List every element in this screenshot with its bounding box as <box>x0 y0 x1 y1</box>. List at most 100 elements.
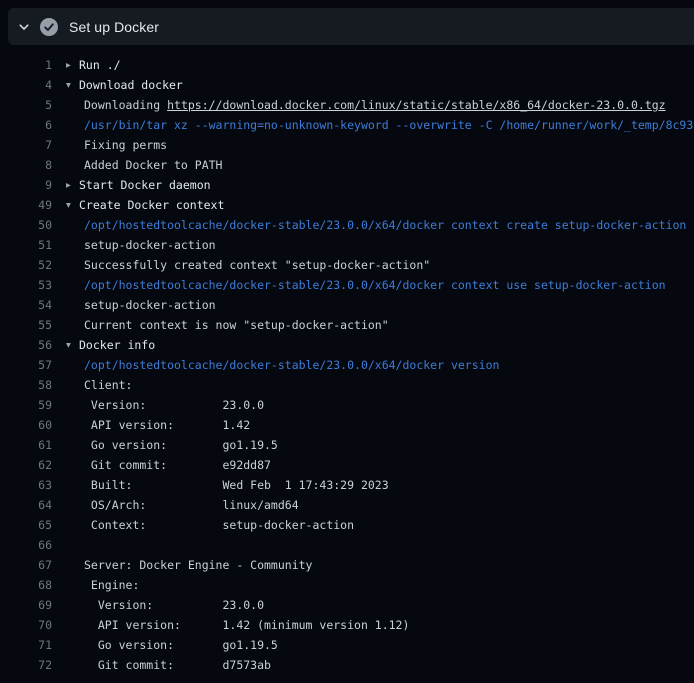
group-title: Start Docker daemon <box>79 178 211 192</box>
log-line: 52Successfully created context "setup-do… <box>0 255 694 275</box>
log-line: 6/usr/bin/tar xz --warning=no-unknown-ke… <box>0 115 694 135</box>
log-line: 61 Go version: go1.19.5 <box>0 435 694 455</box>
log-line: 68 Engine: <box>0 575 694 595</box>
line-number[interactable]: 63 <box>0 475 52 495</box>
log-line: 58Client: <box>0 375 694 395</box>
log-line: 64 OS/Arch: linux/amd64 <box>0 495 694 515</box>
line-number[interactable]: 67 <box>0 555 52 575</box>
log-command: /opt/hostedtoolcache/docker-stable/23.0.… <box>52 215 686 235</box>
log-line: 7Fixing perms <box>0 135 694 155</box>
log-line: 69 Version: 23.0.0 <box>0 595 694 615</box>
line-number[interactable]: 65 <box>0 515 52 535</box>
log-text: Go version: go1.19.5 <box>52 635 278 655</box>
log-text: setup-docker-action <box>52 235 216 255</box>
log-line: 49▼Create Docker context <box>0 195 694 215</box>
line-number[interactable]: 7 <box>0 135 52 155</box>
log-line: 1▶Run ./ <box>0 55 694 75</box>
log-line: 51setup-docker-action <box>0 235 694 255</box>
log-command: /opt/hostedtoolcache/docker-stable/23.0.… <box>52 275 666 295</box>
line-number[interactable]: 66 <box>0 535 52 555</box>
log-text: Git commit: e92dd87 <box>52 455 271 475</box>
check-circle-icon <box>40 18 58 36</box>
line-number[interactable]: 50 <box>0 215 52 235</box>
line-number[interactable]: 6 <box>0 115 52 135</box>
line-number[interactable]: 5 <box>0 95 52 115</box>
step-title: Set up Docker <box>69 19 159 35</box>
group-title: Run ./ <box>79 58 121 72</box>
triangle-down-icon[interactable]: ▼ <box>66 336 79 356</box>
log-line: 70 API version: 1.42 (minimum version 1.… <box>0 615 694 635</box>
log-line: 57/opt/hostedtoolcache/docker-stable/23.… <box>0 355 694 375</box>
line-number[interactable]: 62 <box>0 455 52 475</box>
log-command: /opt/hostedtoolcache/docker-stable/23.0.… <box>52 355 499 375</box>
log-line: 60 API version: 1.42 <box>0 415 694 435</box>
log-line: 9▶Start Docker daemon <box>0 175 694 195</box>
triangle-down-icon[interactable]: ▼ <box>66 76 79 96</box>
line-number[interactable]: 72 <box>0 655 52 675</box>
line-number[interactable]: 58 <box>0 375 52 395</box>
log-text: Downloading https://download.docker.com/… <box>52 95 666 115</box>
log-text: Server: Docker Engine - Community <box>52 555 312 575</box>
log-line: 62 Git commit: e92dd87 <box>0 455 694 475</box>
log-text: API version: 1.42 <box>52 415 250 435</box>
log-group-header[interactable]: ▼Create Docker context <box>52 195 224 215</box>
line-number[interactable]: 71 <box>0 635 52 655</box>
log-text <box>52 535 84 555</box>
line-number[interactable]: 55 <box>0 315 52 335</box>
log-line: 63 Built: Wed Feb 1 17:43:29 2023 <box>0 475 694 495</box>
log-text: Git commit: d7573ab <box>52 655 271 675</box>
line-number[interactable]: 57 <box>0 355 52 375</box>
line-number[interactable]: 53 <box>0 275 52 295</box>
line-number[interactable]: 68 <box>0 575 52 595</box>
line-number[interactable]: 1 <box>0 55 52 75</box>
chevron-down-icon[interactable] <box>18 21 30 33</box>
line-number[interactable]: 54 <box>0 295 52 315</box>
log-text: Current context is now "setup-docker-act… <box>52 315 389 335</box>
log-line: 53/opt/hostedtoolcache/docker-stable/23.… <box>0 275 694 295</box>
log-line: 50/opt/hostedtoolcache/docker-stable/23.… <box>0 215 694 235</box>
log-line: 56▼Docker info <box>0 335 694 355</box>
log-line: 72 Git commit: d7573ab <box>0 655 694 675</box>
log-text: Version: 23.0.0 <box>52 395 264 415</box>
log-text-prefix: Downloading <box>84 98 167 112</box>
log-line: 5Downloading https://download.docker.com… <box>0 95 694 115</box>
line-number[interactable]: 64 <box>0 495 52 515</box>
triangle-right-icon[interactable]: ▶ <box>66 56 79 76</box>
triangle-down-icon[interactable]: ▼ <box>66 196 79 216</box>
line-number[interactable]: 59 <box>0 395 52 415</box>
log-text: Successfully created context "setup-dock… <box>52 255 430 275</box>
log-line: 54setup-docker-action <box>0 295 694 315</box>
line-number[interactable]: 4 <box>0 75 52 95</box>
step-header[interactable]: Set up Docker <box>8 8 694 45</box>
line-number[interactable]: 56 <box>0 335 52 355</box>
line-number[interactable]: 60 <box>0 415 52 435</box>
log-text: Client: <box>52 375 132 395</box>
log-text: Context: setup-docker-action <box>52 515 354 535</box>
log-line: 65 Context: setup-docker-action <box>0 515 694 535</box>
log-command: /usr/bin/tar xz --warning=no-unknown-key… <box>52 115 693 135</box>
log-text: OS/Arch: linux/amd64 <box>52 495 299 515</box>
group-title: Download docker <box>79 78 183 92</box>
group-title: Docker info <box>79 338 155 352</box>
log-line: 71 Go version: go1.19.5 <box>0 635 694 655</box>
log-text: Engine: <box>52 575 139 595</box>
log-group-header[interactable]: ▼Download docker <box>52 75 183 95</box>
log-line: 8Added Docker to PATH <box>0 155 694 175</box>
line-number[interactable]: 69 <box>0 595 52 615</box>
log-text: API version: 1.42 (minimum version 1.12) <box>52 615 409 635</box>
line-number[interactable]: 49 <box>0 195 52 215</box>
line-number[interactable]: 61 <box>0 435 52 455</box>
line-number[interactable]: 9 <box>0 175 52 195</box>
line-number[interactable]: 70 <box>0 615 52 635</box>
triangle-right-icon[interactable]: ▶ <box>66 176 79 196</box>
line-number[interactable]: 51 <box>0 235 52 255</box>
log-url-link[interactable]: https://download.docker.com/linux/static… <box>167 98 666 112</box>
line-number[interactable]: 52 <box>0 255 52 275</box>
log-line: 66 <box>0 535 694 555</box>
line-number[interactable]: 8 <box>0 155 52 175</box>
log-text: Built: Wed Feb 1 17:43:29 2023 <box>52 475 389 495</box>
log-group-header[interactable]: ▶Run ./ <box>52 55 121 75</box>
log-line: 55Current context is now "setup-docker-a… <box>0 315 694 335</box>
log-group-header[interactable]: ▼Docker info <box>52 335 155 355</box>
log-group-header[interactable]: ▶Start Docker daemon <box>52 175 211 195</box>
